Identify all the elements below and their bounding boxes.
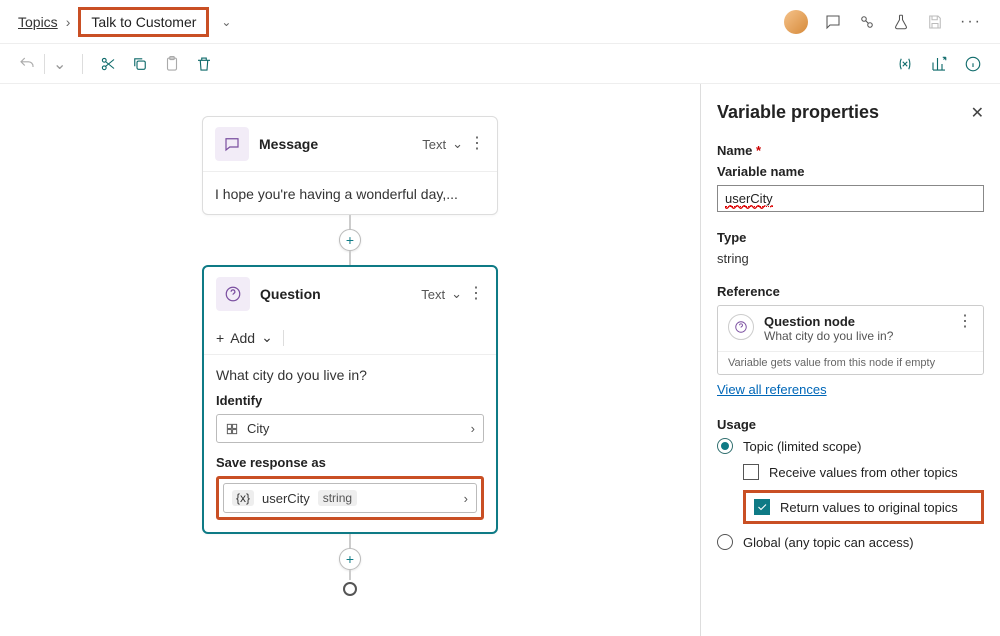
connector bbox=[349, 570, 351, 580]
checkbox-icon bbox=[754, 499, 770, 515]
chevron-down-icon[interactable]: ⌄ bbox=[451, 286, 462, 302]
message-body[interactable]: I hope you're having a wonderful day,... bbox=[215, 182, 485, 202]
chevron-right-icon: › bbox=[464, 491, 468, 506]
more-icon[interactable]: ⋮ bbox=[957, 314, 973, 330]
cut-icon[interactable] bbox=[99, 55, 117, 73]
question-icon bbox=[216, 277, 250, 311]
chevron-down-icon[interactable]: ⌄ bbox=[53, 54, 66, 74]
usage-topic-option[interactable]: Topic (limited scope) bbox=[717, 438, 984, 454]
view-all-references-link[interactable]: View all references bbox=[717, 382, 827, 397]
add-node-button[interactable]: + bbox=[339, 548, 361, 570]
connector bbox=[349, 215, 351, 229]
message-node[interactable]: Message Text ⌄ ⋮ I hope you're having a … bbox=[202, 116, 498, 215]
panel-title: Variable properties bbox=[717, 102, 879, 123]
paste-icon[interactable] bbox=[163, 55, 181, 73]
canvas[interactable]: Message Text ⌄ ⋮ I hope you're having a … bbox=[0, 84, 700, 636]
type-label: Type bbox=[717, 230, 984, 245]
more-icon[interactable]: ⋮ bbox=[468, 286, 484, 302]
undo-icon[interactable] bbox=[18, 55, 36, 73]
chevron-down-icon[interactable]: ⌄ bbox=[221, 15, 231, 29]
save-response-field[interactable]: {x} userCity string › bbox=[223, 483, 477, 513]
question-prompt[interactable]: What city do you live in? bbox=[204, 355, 496, 393]
reference-title: Question node bbox=[764, 314, 947, 329]
check-icon[interactable] bbox=[858, 13, 876, 31]
identify-field[interactable]: City › bbox=[216, 414, 484, 443]
radio-icon bbox=[717, 438, 733, 454]
reference-box: Question node What city do you live in? … bbox=[717, 305, 984, 375]
identify-value: City bbox=[247, 421, 463, 436]
end-node bbox=[343, 582, 357, 596]
chevron-down-icon: ⌄ bbox=[261, 329, 273, 346]
return-values-option[interactable]: Return values to original topics bbox=[754, 499, 973, 515]
chevron-right-icon: › bbox=[66, 14, 71, 30]
connector bbox=[349, 534, 351, 548]
analytics-icon[interactable] bbox=[930, 55, 948, 73]
more-icon[interactable]: ··· bbox=[960, 13, 982, 31]
separator bbox=[82, 54, 83, 74]
node-type-label[interactable]: Text bbox=[421, 287, 445, 302]
header-actions: ··· bbox=[784, 10, 982, 34]
flask-icon[interactable] bbox=[892, 13, 910, 31]
save-label: Save response as bbox=[216, 455, 484, 470]
save-response-highlight: {x} userCity string › bbox=[216, 476, 484, 520]
save-icon[interactable] bbox=[926, 13, 944, 31]
identify-label: Identify bbox=[216, 393, 484, 408]
add-node-button[interactable]: + bbox=[339, 229, 361, 251]
question-icon bbox=[728, 314, 754, 340]
checkbox-icon bbox=[743, 464, 759, 480]
entity-icon bbox=[225, 422, 239, 436]
breadcrumb-current[interactable]: Talk to Customer bbox=[78, 7, 209, 37]
toolbar: ⌄ bbox=[0, 44, 1000, 84]
comment-icon[interactable] bbox=[824, 13, 842, 31]
node-type-label[interactable]: Text bbox=[422, 137, 446, 152]
var-token-icon: {x} bbox=[232, 490, 254, 506]
variable-properties-panel: Variable properties ✕ Name * Variable na… bbox=[700, 84, 1000, 636]
usage-global-option[interactable]: Global (any topic can access) bbox=[717, 534, 984, 550]
usage-label: Usage bbox=[717, 417, 984, 432]
var-name: userCity bbox=[262, 491, 310, 506]
var-type: string bbox=[318, 490, 357, 506]
name-sublabel: Variable name bbox=[717, 164, 984, 179]
receive-values-option[interactable]: Receive values from other topics bbox=[743, 464, 984, 480]
return-values-highlight: Return values to original topics bbox=[743, 490, 984, 524]
chevron-down-icon[interactable]: ⌄ bbox=[452, 136, 463, 152]
reference-label: Reference bbox=[717, 284, 984, 299]
name-input[interactable]: userCity bbox=[717, 185, 984, 212]
node-title: Question bbox=[260, 286, 411, 302]
close-icon[interactable]: ✕ bbox=[971, 103, 984, 123]
type-value: string bbox=[717, 251, 984, 266]
connector bbox=[349, 251, 351, 265]
reference-item[interactable]: Question node What city do you live in? … bbox=[718, 306, 983, 351]
avatar[interactable] bbox=[784, 10, 808, 34]
name-label: Name * bbox=[717, 143, 984, 158]
info-icon[interactable] bbox=[964, 55, 982, 73]
header-bar: Topics › Talk to Customer ⌄ ··· bbox=[0, 0, 1000, 44]
node-title: Message bbox=[259, 136, 412, 152]
message-icon bbox=[215, 127, 249, 161]
copy-icon[interactable] bbox=[131, 55, 149, 73]
breadcrumb: Topics › Talk to Customer ⌄ bbox=[18, 7, 231, 37]
plus-icon: + bbox=[216, 330, 224, 346]
radio-icon bbox=[717, 534, 733, 550]
reference-subtitle: What city do you live in? bbox=[764, 329, 947, 343]
add-bar[interactable]: + Add ⌄ bbox=[204, 321, 496, 355]
breadcrumb-root[interactable]: Topics bbox=[18, 14, 58, 30]
add-label: Add bbox=[230, 330, 255, 346]
more-icon[interactable]: ⋮ bbox=[469, 136, 485, 152]
reference-footer: Variable gets value from this node if em… bbox=[718, 351, 983, 374]
chevron-right-icon: › bbox=[471, 421, 475, 436]
separator bbox=[44, 54, 45, 74]
delete-icon[interactable] bbox=[195, 55, 213, 73]
question-node[interactable]: Question Text ⌄ ⋮ + Add ⌄ What city do y… bbox=[202, 265, 498, 534]
variables-icon[interactable] bbox=[896, 55, 914, 73]
